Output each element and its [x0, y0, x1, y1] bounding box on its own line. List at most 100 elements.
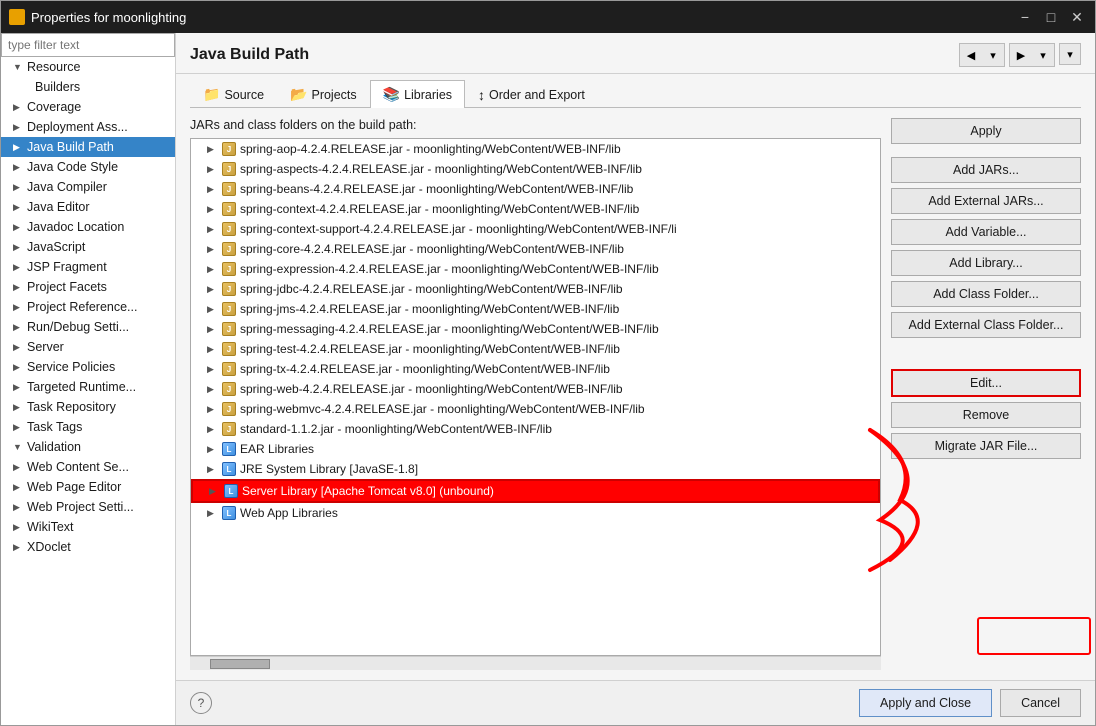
- tab-projects[interactable]: 📂Projects: [277, 80, 370, 108]
- cancel-button[interactable]: Cancel: [1000, 689, 1081, 717]
- btn-add-external-jars---[interactable]: Add External JARs...: [891, 188, 1081, 214]
- tree-item[interactable]: ▶Jspring-context-support-4.2.4.RELEASE.j…: [191, 219, 880, 239]
- sidebar-item-java-build-path[interactable]: ▶Java Build Path: [1, 137, 175, 157]
- sidebar-item-task-tags[interactable]: ▶Task Tags: [1, 417, 175, 437]
- window-icon: [9, 9, 25, 25]
- tab-libraries[interactable]: 📚Libraries: [370, 80, 465, 108]
- minimize-button[interactable]: −: [1015, 7, 1035, 27]
- sidebar-item-project-reference---[interactable]: ▶Project Reference...: [1, 297, 175, 317]
- sidebar-item-targeted-runtime---[interactable]: ▶Targeted Runtime...: [1, 377, 175, 397]
- tree-expand-icon: ▶: [207, 344, 221, 355]
- sidebar-item-xdoclet[interactable]: ▶XDoclet: [1, 537, 175, 557]
- tree-item-text: spring-aspects-4.2.4.RELEASE.jar - moonl…: [240, 162, 642, 176]
- tree-item[interactable]: ▶LWeb App Libraries: [191, 503, 880, 523]
- tree-container[interactable]: ▶Jspring-aop-4.2.4.RELEASE.jar - moonlig…: [190, 138, 881, 656]
- tree-item[interactable]: ▶Jstandard-1.1.2.jar - moonlighting/WebC…: [191, 419, 880, 439]
- sidebar-item-javadoc-location[interactable]: ▶Javadoc Location: [1, 217, 175, 237]
- sidebar-item-run-debug-setti---[interactable]: ▶Run/Debug Setti...: [1, 317, 175, 337]
- btn-add-variable---[interactable]: Add Variable...: [891, 219, 1081, 245]
- sidebar-item-deployment-ass---[interactable]: ▶Deployment Ass...: [1, 117, 175, 137]
- tree-expand-icon: ▶: [207, 304, 221, 315]
- tree-scrollbar-horizontal[interactable]: [190, 656, 881, 670]
- sidebar-item-task-repository[interactable]: ▶Task Repository: [1, 397, 175, 417]
- tree-item[interactable]: ▶LServer Library [Apache Tomcat v8.0] (u…: [191, 479, 880, 503]
- tree-item[interactable]: ▶Jspring-tx-4.2.4.RELEASE.jar - moonligh…: [191, 359, 880, 379]
- sidebar-item-jsp-fragment[interactable]: ▶JSP Fragment: [1, 257, 175, 277]
- tree-item[interactable]: ▶LJRE System Library [JavaSE-1.8]: [191, 459, 880, 479]
- expand-arrow: ▶: [13, 182, 25, 193]
- back-button[interactable]: ◀: [960, 44, 982, 66]
- sidebar-item-java-compiler[interactable]: ▶Java Compiler: [1, 177, 175, 197]
- tab-order-and-export[interactable]: ↕Order and Export: [465, 80, 598, 108]
- expand-arrow: ▶: [13, 322, 25, 333]
- sidebar-item-label: Java Build Path: [27, 140, 114, 154]
- expand-arrow: ▶: [13, 122, 25, 133]
- expand-arrow: ▶: [13, 502, 25, 513]
- tree-item-text: spring-aop-4.2.4.RELEASE.jar - moonlight…: [240, 142, 621, 156]
- btn-add-class-folder---[interactable]: Add Class Folder...: [891, 281, 1081, 307]
- btn-add-external-class-folder---[interactable]: Add External Class Folder...: [891, 312, 1081, 338]
- sidebar-item-project-facets[interactable]: ▶Project Facets: [1, 277, 175, 297]
- tree-item[interactable]: ▶Jspring-webmvc-4.2.4.RELEASE.jar - moon…: [191, 399, 880, 419]
- tabs-area: 📁Source📂Projects📚Libraries↕Order and Exp…: [176, 74, 1095, 108]
- sidebar-item-web-page-editor[interactable]: ▶Web Page Editor: [1, 477, 175, 497]
- forward-dropdown-button[interactable]: ▾: [1032, 44, 1054, 66]
- sidebar-item-label: Web Page Editor: [27, 480, 121, 494]
- tab-label: Libraries: [404, 88, 452, 102]
- expand-arrow: ▶: [13, 462, 25, 473]
- btn-edit---[interactable]: Edit...: [891, 369, 1081, 397]
- tree-item-text: spring-webmvc-4.2.4.RELEASE.jar - moonli…: [240, 402, 645, 416]
- btn-add-jars---[interactable]: Add JARs...: [891, 157, 1081, 183]
- panel-menu-button[interactable]: ▾: [1059, 43, 1081, 65]
- sidebar-item-resource[interactable]: ▼Resource: [1, 57, 175, 77]
- expand-arrow: ▶: [13, 302, 25, 313]
- scrollbar-thumb[interactable]: [210, 659, 270, 669]
- nav-btn-group-forward: ▶ ▾: [1009, 43, 1055, 67]
- sidebar-item-validation[interactable]: ▼Validation: [1, 437, 175, 457]
- sidebar-item-coverage[interactable]: ▶Coverage: [1, 97, 175, 117]
- tree-expand-icon: ▶: [207, 184, 221, 195]
- tree-item[interactable]: ▶Jspring-test-4.2.4.RELEASE.jar - moonli…: [191, 339, 880, 359]
- forward-button[interactable]: ▶: [1010, 44, 1032, 66]
- maximize-button[interactable]: □: [1041, 7, 1061, 27]
- tree-item[interactable]: ▶Jspring-jdbc-4.2.4.RELEASE.jar - moonli…: [191, 279, 880, 299]
- sidebar-item-java-editor[interactable]: ▶Java Editor: [1, 197, 175, 217]
- sidebar-item-service-policies[interactable]: ▶Service Policies: [1, 357, 175, 377]
- tree-item-text: spring-messaging-4.2.4.RELEASE.jar - moo…: [240, 322, 659, 336]
- sidebar-item-label: Task Tags: [27, 420, 82, 434]
- tree-item-text: standard-1.1.2.jar - moonlighting/WebCon…: [240, 422, 552, 436]
- apply-button[interactable]: Apply: [891, 118, 1081, 144]
- sidebar-item-builders[interactable]: Builders: [1, 77, 175, 97]
- close-button[interactable]: ✕: [1067, 7, 1087, 27]
- sidebar-item-web-project-setti---[interactable]: ▶Web Project Setti...: [1, 497, 175, 517]
- help-button[interactable]: ?: [190, 692, 212, 714]
- tree-item[interactable]: ▶Jspring-jms-4.2.4.RELEASE.jar - moonlig…: [191, 299, 880, 319]
- sidebar-item-web-content-se---[interactable]: ▶Web Content Se...: [1, 457, 175, 477]
- tab-label: Projects: [311, 88, 356, 102]
- tree-item[interactable]: ▶Jspring-aspects-4.2.4.RELEASE.jar - moo…: [191, 159, 880, 179]
- sidebar-item-wikitext[interactable]: ▶WikiText: [1, 517, 175, 537]
- tree-item[interactable]: ▶Jspring-core-4.2.4.RELEASE.jar - moonli…: [191, 239, 880, 259]
- expand-arrow: ▶: [13, 262, 25, 273]
- tree-label: JARs and class folders on the build path…: [190, 118, 881, 132]
- back-dropdown-button[interactable]: ▾: [982, 44, 1004, 66]
- tree-item[interactable]: ▶Jspring-context-4.2.4.RELEASE.jar - moo…: [191, 199, 880, 219]
- filter-input[interactable]: [1, 33, 175, 57]
- tree-item[interactable]: ▶Jspring-expression-4.2.4.RELEASE.jar - …: [191, 259, 880, 279]
- tree-item[interactable]: ▶Jspring-web-4.2.4.RELEASE.jar - moonlig…: [191, 379, 880, 399]
- sidebar-item-java-code-style[interactable]: ▶Java Code Style: [1, 157, 175, 177]
- tree-item[interactable]: ▶LEAR Libraries: [191, 439, 880, 459]
- tree-item[interactable]: ▶Jspring-aop-4.2.4.RELEASE.jar - moonlig…: [191, 139, 880, 159]
- tree-item[interactable]: ▶Jspring-messaging-4.2.4.RELEASE.jar - m…: [191, 319, 880, 339]
- tree-item[interactable]: ▶Jspring-beans-4.2.4.RELEASE.jar - moonl…: [191, 179, 880, 199]
- apply-close-button[interactable]: Apply and Close: [859, 689, 992, 717]
- btn-add-library---[interactable]: Add Library...: [891, 250, 1081, 276]
- tab-source[interactable]: 📁Source: [190, 80, 277, 108]
- sidebar-item-javascript[interactable]: ▶JavaScript: [1, 237, 175, 257]
- sidebar-item-label: XDoclet: [27, 540, 71, 554]
- jar-icon: J: [221, 281, 237, 297]
- btn-migrate-jar-file---[interactable]: Migrate JAR File...: [891, 433, 1081, 459]
- sidebar-item-server[interactable]: ▶Server: [1, 337, 175, 357]
- expand-arrow: ▶: [13, 422, 25, 433]
- btn-remove[interactable]: Remove: [891, 402, 1081, 428]
